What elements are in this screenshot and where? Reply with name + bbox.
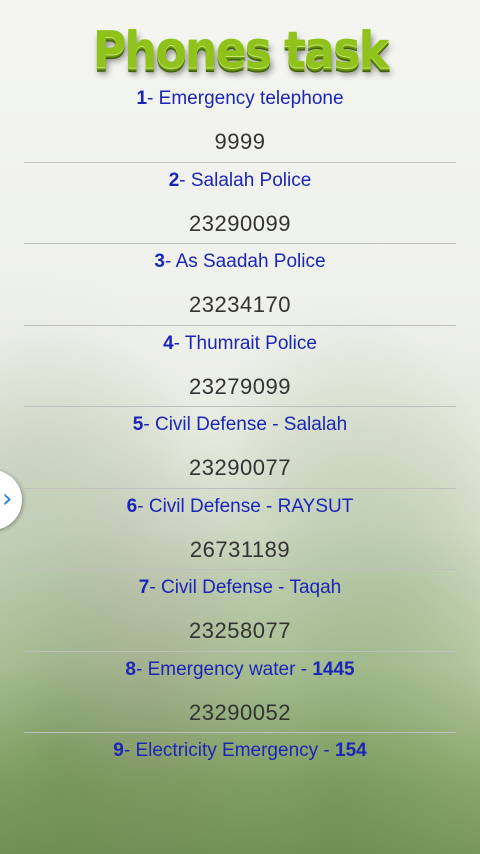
item-number: 2 <box>168 169 180 191</box>
phone-number[interactable]: 23279099 <box>24 374 456 400</box>
item-separator: - <box>179 169 191 191</box>
item-short-number: 154 <box>335 740 367 761</box>
contact-label: 2- Salalah Police <box>24 170 456 192</box>
contact-label: 4- Thumrait Police <box>24 333 456 355</box>
item-separator: - <box>123 740 136 761</box>
item-name: Thumrait Police <box>184 332 317 354</box>
item-name: Salalah Police <box>190 169 312 191</box>
item-number: 8 <box>125 658 136 680</box>
side-drawer-tab[interactable]: › <box>0 470 22 530</box>
phone-number[interactable]: 23290099 <box>24 211 456 237</box>
item-number: 1 <box>136 88 148 109</box>
item-separator: - <box>137 495 149 517</box>
item-number: 3 <box>154 251 165 272</box>
phone-number[interactable]: 26731189 <box>24 537 456 563</box>
phone-number[interactable]: 23258077 <box>24 618 456 644</box>
list-item[interactable]: 8- Emergency water - 1445 23290052 <box>24 652 456 733</box>
contact-label: 7- Civil Defense - Taqah <box>24 577 456 599</box>
chevron-right-icon: › <box>2 484 13 514</box>
list-item[interactable]: 1- Emergency telephone 9999 <box>24 81 456 163</box>
item-number: 9 <box>113 740 124 761</box>
list-item[interactable]: 4- Thumrait Police 23279099 <box>24 326 456 407</box>
contact-label: 6- Civil Defense - RAYSUT <box>24 496 456 518</box>
item-name: Emergency telephone <box>158 88 344 109</box>
item-number: 6 <box>126 495 138 517</box>
phone-list: 1- Emergency telephone 9999 2- Salalah P… <box>24 81 456 815</box>
contact-label: 8- Emergency water - 1445 <box>24 659 456 681</box>
list-item[interactable]: 3- As Saadah Police 23234170 <box>24 244 456 326</box>
list-item[interactable]: 6- Civil Defense - RAYSUT 26731189 <box>24 489 456 570</box>
item-name: Electricity Emergency - <box>135 740 336 761</box>
item-number: 5 <box>132 414 144 435</box>
item-name: Civil Defense - RAYSUT <box>148 495 354 517</box>
contact-label: 5- Civil Defense - Salalah <box>24 414 456 436</box>
list-item[interactable]: 7- Civil Defense - Taqah 23258077 <box>24 570 456 652</box>
item-separator: - <box>149 577 161 598</box>
item-short-number: 1445 <box>312 658 355 680</box>
item-number: 7 <box>138 577 150 598</box>
phone-number[interactable]: 9999 <box>24 129 456 155</box>
item-separator: - <box>165 251 176 272</box>
contact-label: 1- Emergency telephone <box>24 88 456 110</box>
contact-label: 3- As Saadah Police <box>24 251 456 273</box>
item-separator: - <box>135 658 148 680</box>
item-name: Civil Defense - Salalah <box>154 414 348 435</box>
item-separator: - <box>147 88 159 109</box>
item-name: Civil Defense - Taqah <box>160 577 342 598</box>
item-separator: - <box>173 332 185 354</box>
item-number: 4 <box>163 332 174 354</box>
list-item[interactable]: 5- Civil Defense - Salalah 23290077 <box>24 407 456 489</box>
contact-label: 9- Electricity Emergency - 154 <box>24 740 456 762</box>
item-separator: - <box>143 414 155 435</box>
item-name: Emergency water - <box>147 658 313 680</box>
phone-number[interactable]: 23290052 <box>24 700 456 726</box>
list-item[interactable]: 9- Electricity Emergency - 154 <box>24 733 456 815</box>
item-name: As Saadah Police <box>175 251 326 272</box>
phone-number[interactable]: 23290077 <box>24 455 456 481</box>
page-title: Phones task <box>92 20 389 80</box>
phone-number[interactable]: 23234170 <box>24 292 456 318</box>
list-item[interactable]: 2- Salalah Police 23290099 <box>24 163 456 244</box>
